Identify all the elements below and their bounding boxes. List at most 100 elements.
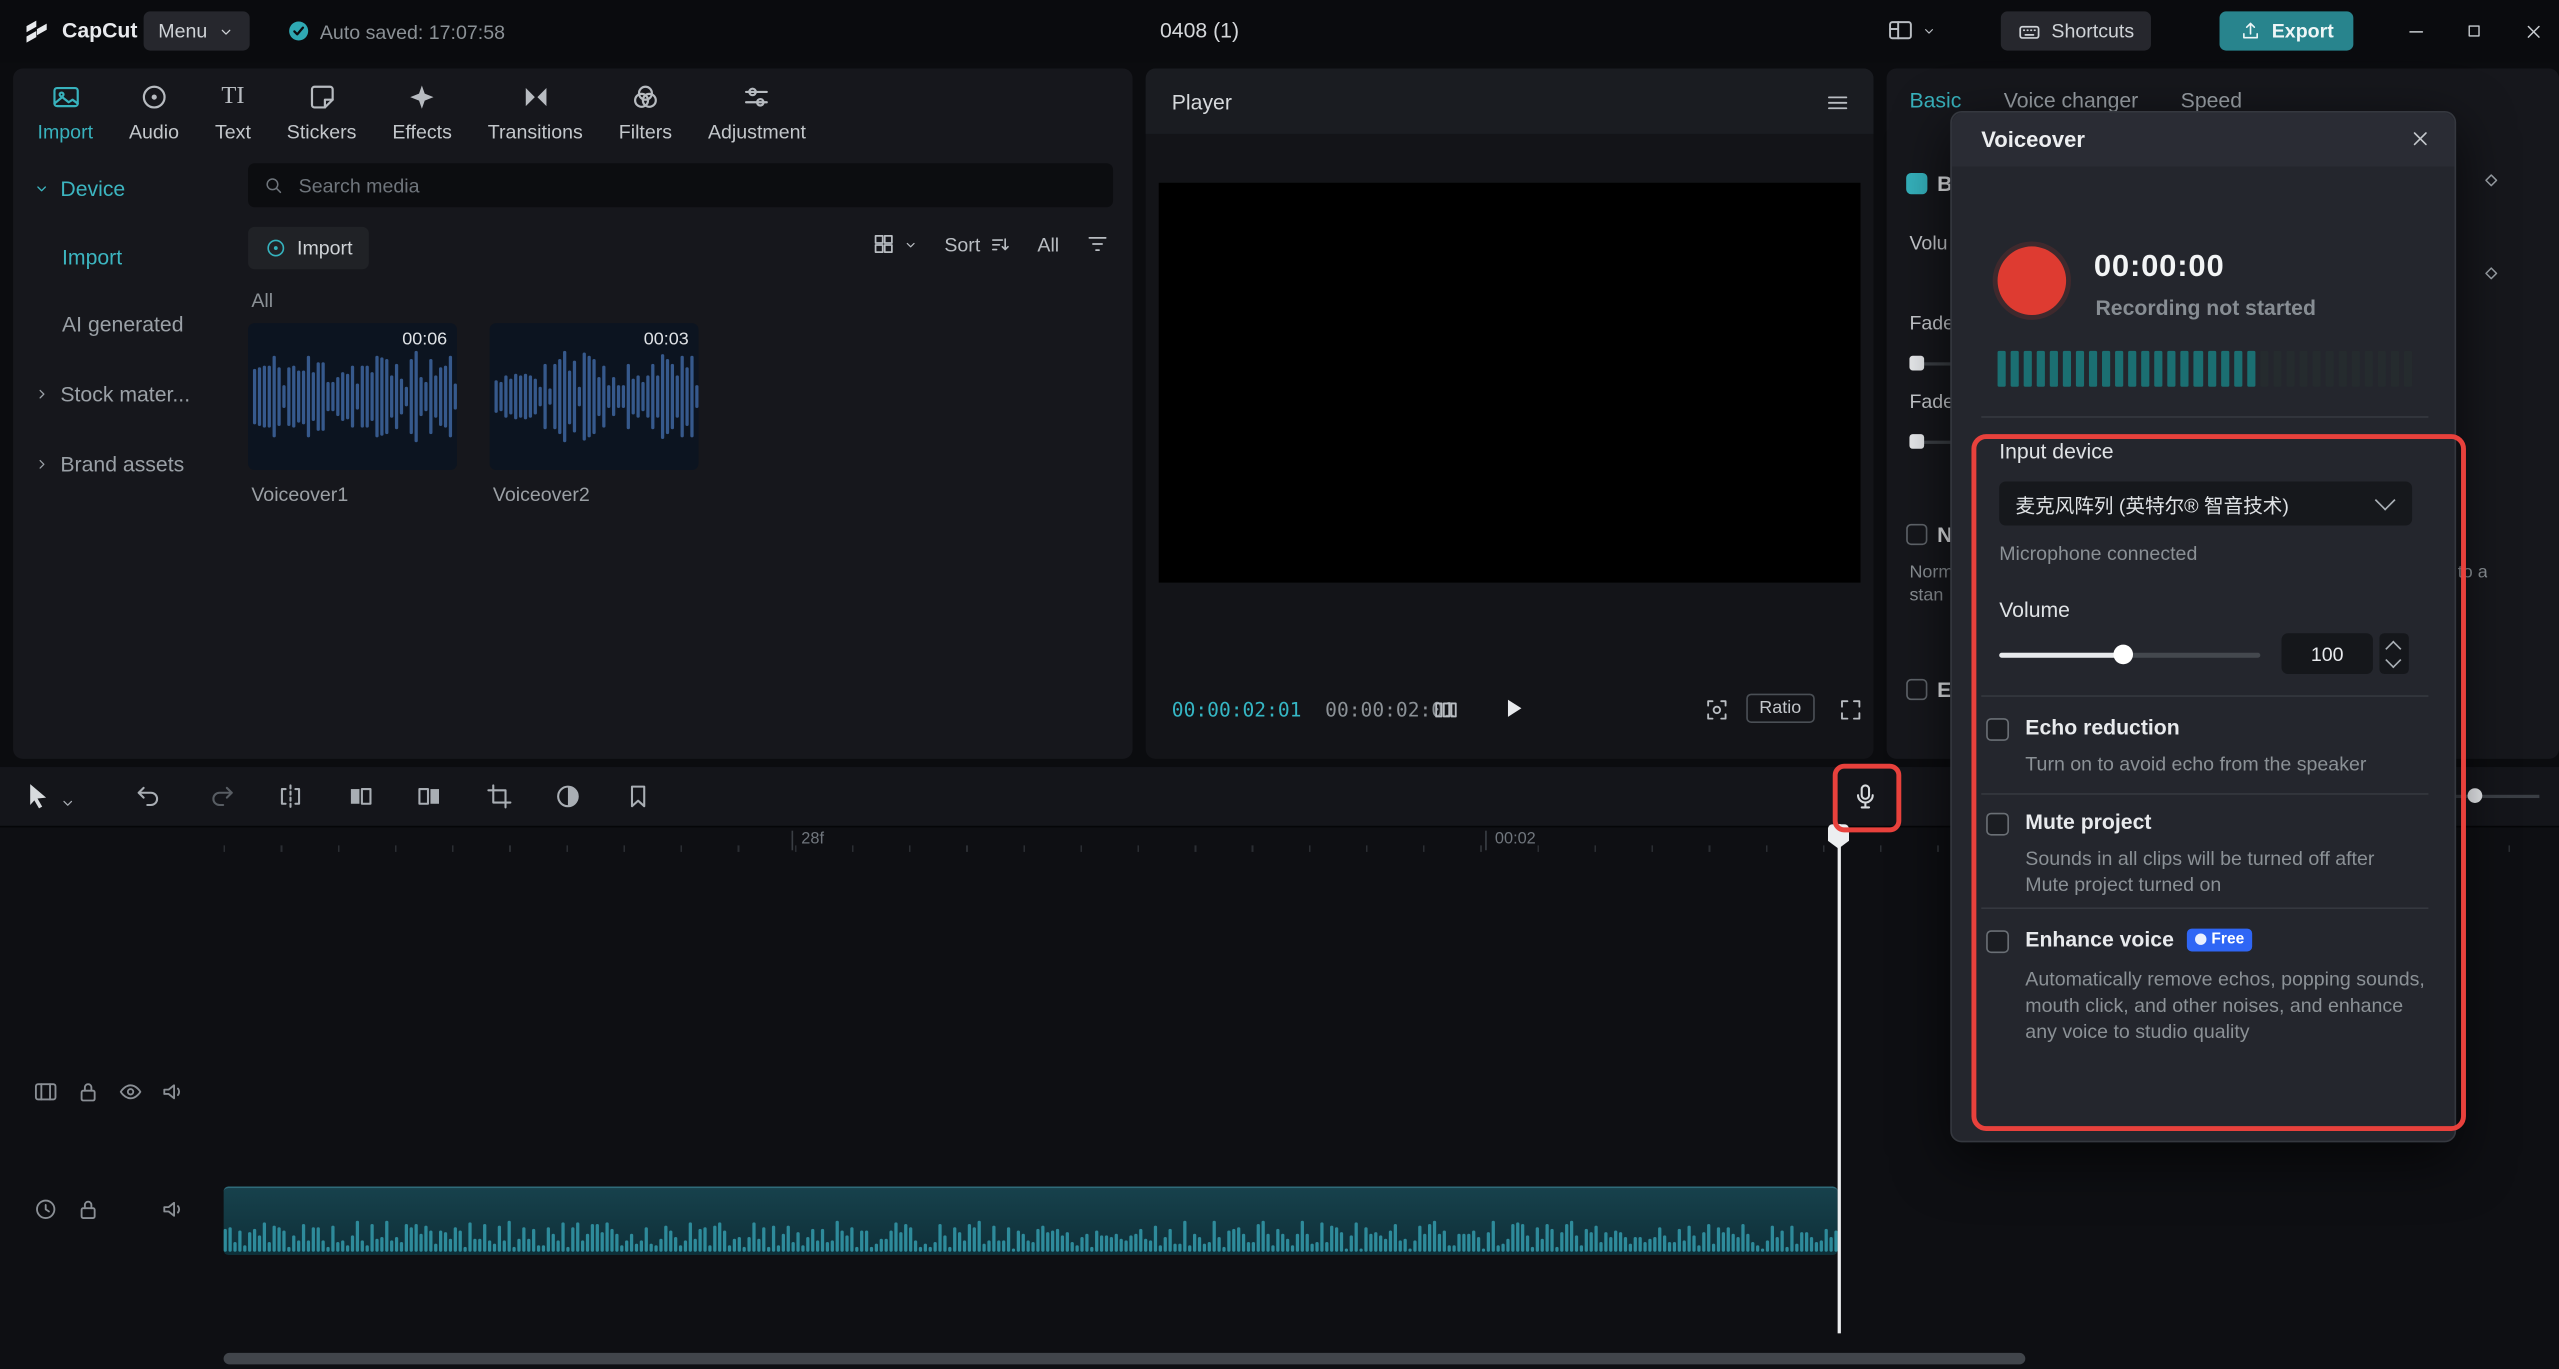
media-clip-voiceover2[interactable]: 00:03 (489, 323, 699, 471)
record-button[interactable] (1997, 246, 2067, 315)
tab-transitions[interactable]: Transitions (470, 82, 601, 144)
sidebar-item-device[interactable]: Device (33, 176, 126, 201)
keyframe-diamond-icon[interactable] (2481, 170, 2502, 191)
select-tool-caret-icon[interactable] (59, 788, 77, 817)
split-icon[interactable] (276, 782, 305, 811)
input-level-meter (1997, 350, 2413, 387)
echo-reduction-desc: Turn on to avoid echo from the speaker (2025, 752, 2367, 776)
crop-icon[interactable] (485, 782, 514, 811)
delete-right-icon[interactable] (415, 782, 444, 811)
sidebar-item-ai-generated[interactable]: AI generated (62, 312, 184, 336)
marker-icon[interactable] (623, 782, 652, 811)
tab-voice-changer[interactable]: Voice changer (2004, 88, 2138, 112)
speaker-icon[interactable] (160, 1196, 186, 1222)
basic-section-label-partial: B (1937, 171, 1950, 195)
undo-icon[interactable] (134, 782, 163, 811)
close-window-button[interactable] (2507, 11, 2559, 50)
autosave-status: Auto saved: 17:07:58 (319, 21, 505, 45)
import-media-button[interactable]: Import (248, 226, 369, 270)
filter-icon[interactable] (1085, 232, 1109, 256)
tab-text[interactable]: TI Text (197, 82, 269, 143)
sidebar-item-brand-assets[interactable]: Brand assets (33, 452, 185, 477)
tab-adjustment[interactable]: Adjustment (690, 82, 824, 144)
minimize-button[interactable] (2389, 11, 2441, 50)
mask-icon[interactable] (553, 782, 582, 811)
ratio-button[interactable]: Ratio (1746, 693, 1815, 723)
inspector-tab-bar: Basic Voice changer Speed (1909, 88, 2242, 112)
tab-speed[interactable]: Speed (2181, 88, 2242, 112)
keyframe-diamond-icon[interactable] (2481, 263, 2502, 284)
delete-left-icon[interactable] (346, 782, 375, 811)
sidebar-item-stock-materials[interactable]: Stock mater... (33, 382, 190, 406)
fade-out-slider-thumb[interactable] (1909, 434, 1925, 449)
filter-all-label[interactable]: All (1037, 233, 1059, 256)
volume-slider-thumb[interactable] (2113, 644, 2134, 665)
sort-button[interactable]: Sort (944, 233, 1011, 255)
mic-status-text: Microphone connected (1999, 541, 2198, 565)
basic-section-checkbox[interactable] (1906, 172, 1928, 195)
tab-basic[interactable]: Basic (1909, 88, 1961, 112)
mute-project-checkbox[interactable] (1986, 812, 2009, 836)
search-media-box[interactable] (248, 163, 1114, 208)
timeline-scrollbar[interactable] (223, 1352, 2026, 1365)
caret-right-icon (33, 385, 51, 403)
tab-filters[interactable]: Filters (601, 82, 690, 144)
select-tool-icon[interactable] (23, 782, 52, 811)
app-logo-text: CapCut (62, 17, 138, 43)
media-section-label: All (251, 288, 274, 312)
divider (1981, 416, 2429, 418)
dialog-title: Voiceover (1981, 127, 2085, 152)
search-input[interactable] (295, 172, 1099, 199)
tab-import[interactable]: Import (20, 82, 111, 144)
normalize-desc-right-fragment: to a (2457, 563, 2488, 583)
caret-down-icon (33, 180, 51, 198)
mute-project-title: Mute project (2025, 809, 2152, 834)
input-device-dropdown[interactable]: 麦克风阵列 (英特尔® 智音技术) (1999, 481, 2413, 526)
preview-focus-icon[interactable] (1704, 697, 1730, 723)
echo-reduction-checkbox[interactable] (1986, 718, 2009, 741)
eye-icon[interactable] (118, 1079, 144, 1105)
layout-switcher-button[interactable] (1887, 16, 1938, 44)
record-voiceover-mic-icon[interactable] (1851, 782, 1880, 811)
tab-effects[interactable]: Effects (374, 82, 469, 144)
sidebar-item-import[interactable]: Import (62, 245, 122, 269)
export-button[interactable]: Export (2219, 11, 2354, 51)
timeline-zoom-thumb[interactable] (2467, 788, 2483, 803)
player-header: Player (1145, 68, 1874, 134)
frame-view-icon[interactable] (1433, 697, 1459, 723)
enhance-voice-checkbox[interactable] (1986, 930, 2009, 954)
lock-icon[interactable] (75, 1196, 101, 1222)
menu-button[interactable]: Menu (143, 11, 250, 51)
keyboard-icon (2017, 19, 2041, 43)
echo-reduction-title: Echo reduction (2025, 714, 2180, 740)
video-preview[interactable] (1158, 182, 1861, 583)
volume-value-input[interactable]: 100 (2281, 633, 2373, 675)
media-view-controls: Sort All (871, 232, 1110, 256)
fade-in-label-partial: Fade (1909, 311, 1955, 335)
player-panel: Player 00:00:02:01 00:00:02:01 Ratio (1145, 68, 1874, 759)
player-menu-icon[interactable] (1825, 90, 1851, 116)
stepper-down-icon[interactable] (2385, 652, 2402, 669)
view-mode-dropdown[interactable] (871, 232, 918, 256)
redo-icon[interactable] (207, 782, 236, 811)
volume-stepper[interactable] (2379, 633, 2409, 675)
clip-duration: 00:06 (402, 329, 448, 350)
speaker-icon[interactable] (160, 1079, 186, 1105)
maximize-button[interactable] (2448, 11, 2500, 50)
chevron-down-icon (2374, 489, 2396, 511)
volume-slider-fill (1999, 652, 2124, 658)
tab-stickers[interactable]: Stickers (269, 82, 375, 144)
tab-audio[interactable]: Audio (111, 82, 197, 144)
timeline-audio-clip[interactable] (223, 1186, 1838, 1256)
fullscreen-icon[interactable] (1838, 697, 1864, 723)
shortcuts-button[interactable]: Shortcuts (2000, 11, 2151, 51)
fade-in-slider-thumb[interactable] (1909, 355, 1925, 371)
enhance-checkbox-partial[interactable] (1906, 678, 1928, 701)
media-clip-voiceover1[interactable]: 00:06 (248, 323, 457, 471)
close-dialog-icon[interactable] (2409, 127, 2432, 150)
timeline-zoom-slider[interactable] (2451, 794, 2540, 799)
normalize-checkbox[interactable] (1906, 523, 1928, 546)
lock-icon[interactable] (75, 1079, 101, 1105)
playhead-line[interactable] (1837, 824, 1841, 1334)
play-button[interactable] (1498, 694, 1527, 723)
